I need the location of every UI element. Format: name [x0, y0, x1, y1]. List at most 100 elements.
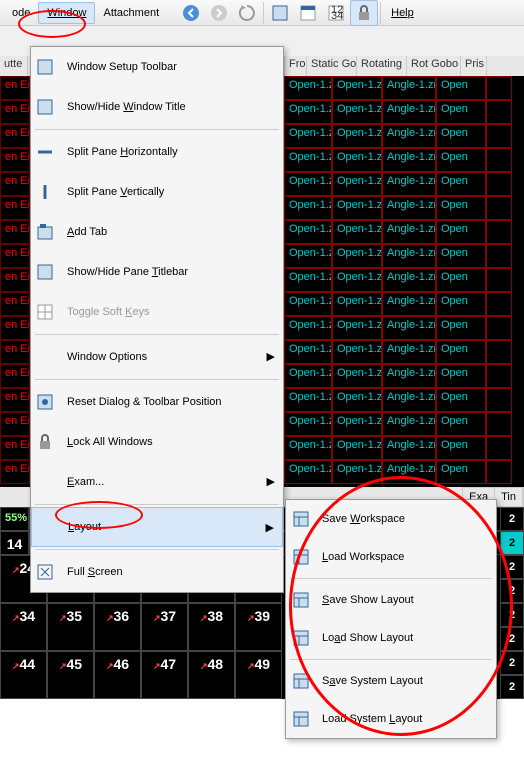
column-header[interactable]: Static Go — [307, 56, 357, 76]
menu-attachment[interactable]: Attachment — [95, 3, 167, 23]
grid-cell[interactable]: en En — [0, 124, 30, 148]
refresh-button[interactable] — [233, 0, 261, 26]
panel2-button[interactable] — [294, 0, 322, 26]
grid-cell: Angle-1.zr — [382, 268, 436, 292]
submenu-item[interactable]: Load Workspace — [286, 538, 496, 576]
grid-cell: Open-1.zr — [284, 220, 332, 244]
submenu-label: Load Show Layout — [316, 632, 413, 644]
column-header[interactable]: Pris — [461, 56, 487, 76]
num-cell[interactable]: ↗38 — [188, 603, 235, 651]
menu-label: Split Pane Vertically — [59, 186, 283, 198]
menu-item[interactable]: Add Tab — [31, 212, 283, 252]
grid-cell: Open-1.zr — [332, 172, 382, 196]
grid-cell[interactable]: en En — [0, 100, 30, 124]
grid-cell[interactable]: en En — [0, 340, 30, 364]
grid-cell: Angle-1.zr — [382, 220, 436, 244]
right-column: 22222222 — [500, 507, 524, 699]
grid-cell: Open-1.zr — [284, 412, 332, 436]
menu-item[interactable]: Exam...▶ — [31, 462, 283, 502]
grid-cell: Open — [436, 388, 486, 412]
grid-cell[interactable]: en En — [0, 460, 30, 484]
grid-cell: Open-1.zr — [332, 100, 382, 124]
num-cell[interactable]: ↗39 — [235, 603, 282, 651]
menu-item[interactable]: Split Pane Horizontally — [31, 132, 283, 172]
column-header[interactable]: Fro — [285, 56, 307, 76]
menu-item[interactable]: Show/Hide Pane Titlebar — [31, 252, 283, 292]
grid-cell[interactable]: en En — [0, 412, 30, 436]
grid-cell[interactable]: en En — [0, 220, 30, 244]
num-cell[interactable]: ↗35 — [47, 603, 94, 651]
column-header[interactable]: Rot Gobo — [407, 56, 461, 76]
num-cell[interactable]: ↗49 — [235, 651, 282, 699]
grid-cell: Open — [436, 76, 486, 100]
grid-cell: Open-1.zr — [332, 364, 382, 388]
right-col-cell: 2 — [500, 627, 524, 651]
num-cell[interactable]: ↗44 — [0, 651, 47, 699]
panel1-button[interactable] — [266, 0, 294, 26]
num-cell[interactable]: ↗36 — [94, 603, 141, 651]
menu-window[interactable]: Window — [38, 2, 95, 24]
grid-cell[interactable]: en En — [0, 436, 30, 460]
submenu-item[interactable]: Save Workspace — [286, 500, 496, 538]
grid-cell: Open-1.zr — [332, 124, 382, 148]
grid-cell[interactable]: en En — [0, 268, 30, 292]
grid-cell[interactable]: en En — [0, 292, 30, 316]
submenu-item[interactable]: Load System Layout — [286, 700, 496, 738]
menu-item[interactable]: Show/Hide Window Title — [31, 87, 283, 127]
grid-cell: Open — [436, 436, 486, 460]
numbers-button[interactable]: 1234 — [322, 0, 350, 26]
menu-item[interactable]: Lock All Windows — [31, 422, 283, 462]
grid-cell — [486, 364, 512, 388]
grid-cell: Open — [436, 460, 486, 484]
submenu-item[interactable]: Save System Layout — [286, 662, 496, 700]
column-header[interactable]: Rotating — [357, 56, 407, 76]
menu-label: Add Tab — [59, 226, 283, 238]
menu-help[interactable]: Help — [383, 3, 422, 23]
num-cell[interactable]: ↗46 — [94, 651, 141, 699]
forward-button[interactable] — [205, 0, 233, 26]
num-cell[interactable]: ↗48 — [188, 651, 235, 699]
grid-cell: Open-1.zr — [284, 196, 332, 220]
lock-button[interactable] — [350, 0, 378, 26]
none-icon — [31, 348, 59, 366]
grid-cell[interactable]: en En — [0, 316, 30, 340]
submenu-label: Load Workspace — [316, 551, 404, 563]
grid-cell: Angle-1.zr — [382, 196, 436, 220]
submenu-item[interactable]: Save Show Layout — [286, 581, 496, 619]
menu-item[interactable]: Window Setup Toolbar — [31, 47, 283, 87]
grid-cell: Open-1.zr — [332, 220, 382, 244]
grid-cell: Angle-1.zr — [382, 76, 436, 100]
menu-item[interactable]: Full Screen — [31, 552, 283, 592]
num-cell[interactable]: ↗37 — [141, 603, 188, 651]
grid-cell: Open-1.zr — [284, 244, 332, 268]
num-cell[interactable]: 14 — [0, 531, 29, 555]
menu-item[interactable]: Reset Dialog & Toolbar Position — [31, 382, 283, 422]
grid-cell[interactable]: en En — [0, 364, 30, 388]
submenu-item[interactable]: Load Show Layout — [286, 619, 496, 657]
grid-cell[interactable]: en En — [0, 148, 30, 172]
grid-cell — [486, 460, 512, 484]
grid-cell: Open-1.zr — [332, 460, 382, 484]
grid-cell[interactable]: en En — [0, 172, 30, 196]
refresh-icon — [237, 3, 257, 23]
menu-item[interactable]: Layout▶ — [31, 507, 283, 547]
grid-cell[interactable]: en En — [0, 196, 30, 220]
menu-mode[interactable]: ode — [4, 3, 38, 23]
grid-cell: Open — [436, 172, 486, 196]
menu-separator — [35, 129, 279, 130]
none-icon — [31, 473, 59, 491]
grid-cell[interactable]: en En — [0, 76, 30, 100]
right-col-cell: 2 — [500, 603, 524, 627]
back-button[interactable] — [177, 0, 205, 26]
num-cell[interactable]: ↗45 — [47, 651, 94, 699]
menu-item[interactable]: Split Pane Vertically — [31, 172, 283, 212]
num-cell[interactable]: ↗47 — [141, 651, 188, 699]
column-header[interactable]: utte — [0, 56, 28, 76]
grid-cell[interactable]: en En — [0, 388, 30, 412]
num-cell[interactable]: ↗34 — [0, 603, 47, 651]
grid-cell[interactable]: en En — [0, 244, 30, 268]
grid-cell: Angle-1.zr — [382, 292, 436, 316]
menu-item[interactable]: Window Options▶ — [31, 337, 283, 377]
grid-cell: Open-1.zr — [284, 76, 332, 100]
grid-icon — [31, 303, 59, 321]
